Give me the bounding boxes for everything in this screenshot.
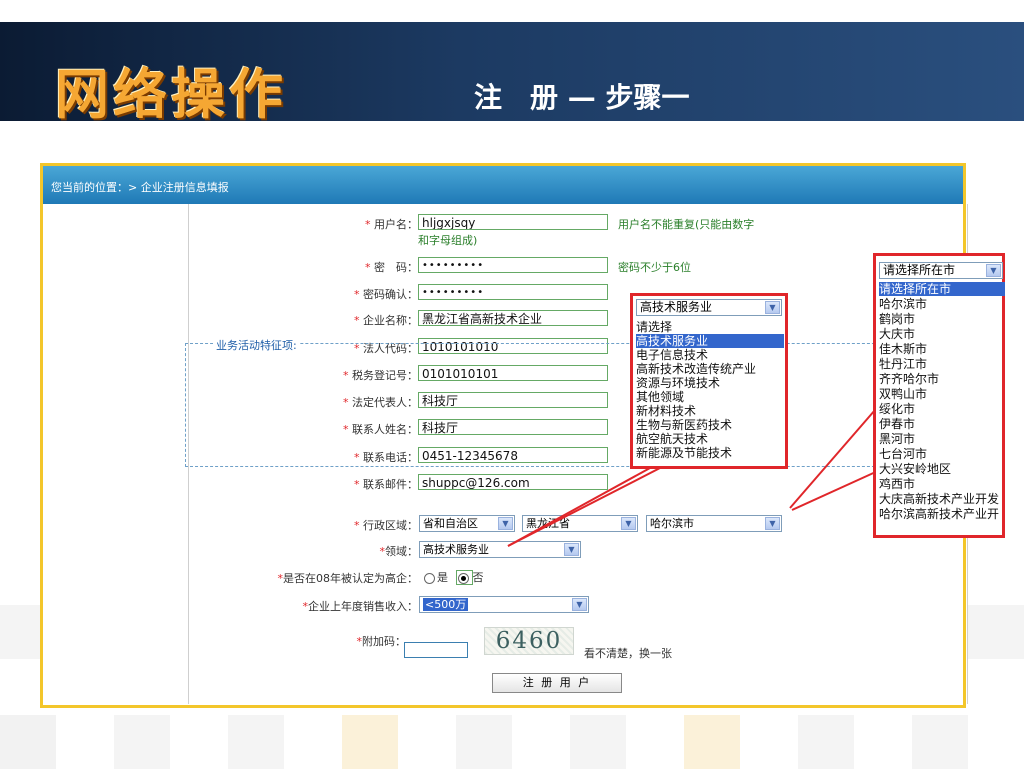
domain-option[interactable]: 高新技术改造传统产业	[636, 362, 784, 376]
city-dropdown-select[interactable]: 请选择所在市 ▼	[879, 262, 1003, 279]
domain-dropdown-popup: 高技术服务业 ▼ 请选择 高技术服务业 电子信息技术 高新技术改造传统产业 资源与…	[630, 293, 788, 469]
city-option[interactable]: 哈尔滨市	[879, 297, 1005, 311]
city-option[interactable]: 大庆市	[879, 327, 1005, 341]
city-option[interactable]: 哈尔滨高新技术产业开	[879, 507, 1005, 521]
domain-option[interactable]: 请选择	[636, 320, 784, 334]
city-callout-line	[789, 409, 876, 509]
city-option[interactable]: 黑河市	[879, 432, 1005, 446]
domain-option[interactable]: 新能源及节能技术	[636, 446, 784, 460]
city-option[interactable]: 请选择所在市	[879, 282, 1005, 296]
domain-option[interactable]: 生物与新医药技术	[636, 418, 784, 432]
domain-dropdown-select[interactable]: 高技术服务业 ▼	[636, 299, 782, 316]
chevron-down-icon: ▼	[765, 301, 780, 314]
domain-option[interactable]: 新材料技术	[636, 404, 784, 418]
callout-lines	[507, 409, 881, 547]
domain-option[interactable]: 电子信息技术	[636, 348, 784, 362]
domain-option[interactable]: 航空航天技术	[636, 432, 784, 446]
domain-callout-line-2	[507, 467, 651, 547]
city-option[interactable]: 大庆高新技术产业开发	[879, 492, 1005, 506]
city-option[interactable]: 大兴安岭地区	[879, 462, 1005, 476]
domain-option[interactable]: 其他领域	[636, 390, 784, 404]
city-option[interactable]: 牡丹江市	[879, 357, 1005, 371]
city-option[interactable]: 双鸭山市	[879, 387, 1005, 401]
city-option[interactable]: 七台河市	[879, 447, 1005, 461]
domain-option[interactable]: 资源与环境技术	[636, 376, 784, 390]
chevron-down-icon: ▼	[986, 264, 1001, 277]
city-option[interactable]: 绥化市	[879, 402, 1005, 416]
city-option[interactable]: 伊春市	[879, 417, 1005, 431]
city-option[interactable]: 佳木斯市	[879, 342, 1005, 356]
city-option[interactable]: 鹤岗市	[879, 312, 1005, 326]
city-dropdown-popup: 请选择所在市 ▼ 请选择所在市 哈尔滨市 鹤岗市 大庆市 佳木斯市 牡丹江市 齐齐…	[873, 253, 1005, 538]
domain-option[interactable]: 高技术服务业	[636, 334, 784, 348]
city-option[interactable]: 齐齐哈尔市	[879, 372, 1005, 386]
city-option[interactable]: 鸡西市	[879, 477, 1005, 491]
